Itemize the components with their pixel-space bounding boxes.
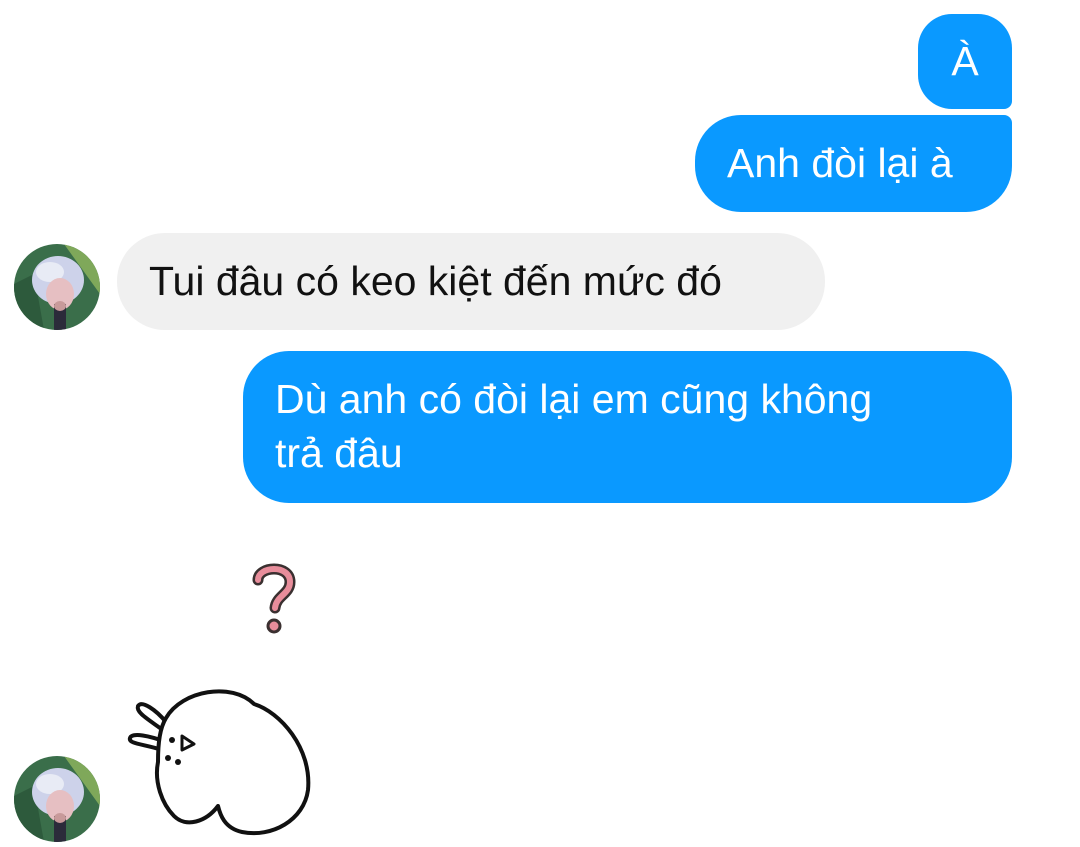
message-text: À (951, 38, 979, 84)
sent-message-bubble[interactable]: À (918, 14, 1012, 109)
question-mark-sticker-icon[interactable] (248, 560, 300, 641)
received-message-bubble[interactable]: Tui đâu có keo kiệt đến mức đó (117, 233, 825, 330)
message-text-line: Dù anh có đòi lại em cũng không (275, 376, 873, 422)
sent-message-bubble[interactable]: Anh đòi lại à (695, 115, 1012, 212)
contact-avatar[interactable] (14, 244, 100, 330)
message-text: Anh đòi lại à (727, 140, 953, 186)
bunny-sticker-icon[interactable] (122, 682, 322, 847)
contact-avatar[interactable] (14, 756, 100, 842)
message-text-line: trả đâu (275, 430, 403, 476)
message-text: Tui đâu có keo kiệt đến mức đó (149, 258, 722, 304)
sent-message-bubble[interactable]: Dù anh có đòi lại em cũng không trả đâu (243, 351, 1012, 503)
